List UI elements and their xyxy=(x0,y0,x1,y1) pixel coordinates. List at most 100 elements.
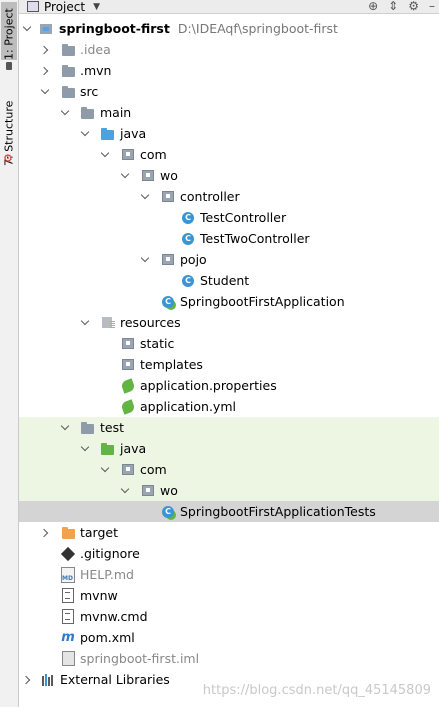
tree-row-mvn[interactable]: .mvn xyxy=(19,60,439,81)
tree-row-main-wo[interactable]: wo xyxy=(19,165,439,186)
chevron-right-icon[interactable] xyxy=(40,66,50,76)
chevron-down-icon[interactable] xyxy=(60,423,70,433)
chevron-down-icon[interactable] xyxy=(100,465,110,475)
tree-label: static xyxy=(140,336,175,351)
tree-row-idea[interactable]: .idea xyxy=(19,39,439,60)
tree-row-help-md[interactable]: MD HELP.md xyxy=(19,564,439,585)
tree-label: test xyxy=(100,420,125,435)
tree-label: application.properties xyxy=(140,378,277,393)
folder-icon xyxy=(61,43,75,57)
tree-row-app-class[interactable]: C SpringbootFirstApplication xyxy=(19,291,439,312)
package-icon xyxy=(141,484,155,498)
tree-label: application.yml xyxy=(140,399,236,414)
chevron-right-icon[interactable] xyxy=(40,45,50,55)
tree-row-main-com[interactable]: com xyxy=(19,144,439,165)
tree-row-app-properties[interactable]: application.properties xyxy=(19,375,439,396)
source-folder-icon xyxy=(100,127,114,141)
collapse-all-icon[interactable]: ⇕ xyxy=(388,0,398,13)
tree-row-test[interactable]: test xyxy=(19,417,439,438)
tree-label: TestTwoController xyxy=(200,231,310,246)
tree-row-pojo[interactable]: pojo xyxy=(19,249,439,270)
tree-label: pojo xyxy=(180,252,207,267)
chevron-down-icon[interactable] xyxy=(140,192,150,202)
tree-row-gitignore[interactable]: .gitignore xyxy=(19,543,439,564)
package-icon xyxy=(121,463,135,477)
tree-row-target[interactable]: target xyxy=(19,522,439,543)
tree-label: .gitignore xyxy=(80,546,140,561)
tree-row-app-yml[interactable]: application.yml xyxy=(19,396,439,417)
tree-row-resources[interactable]: resources xyxy=(19,312,439,333)
project-panel-header: Project ▼ ⊕ ⇕ ⚙ – xyxy=(19,0,439,14)
tree-label: SpringbootFirstApplication xyxy=(180,294,345,309)
tree-row-main-java[interactable]: java xyxy=(19,123,439,144)
tree-row-root[interactable]: springboot-first D:\IDEAqf\springboot-fir… xyxy=(19,18,439,39)
chevron-down-icon[interactable] xyxy=(80,129,90,139)
gear-icon[interactable]: ⚙ xyxy=(408,0,419,13)
tree-label: com xyxy=(140,462,167,477)
spring-config-icon xyxy=(120,377,136,394)
tree-row-app-tests[interactable]: C SpringbootFirstApplicationTests xyxy=(19,501,439,522)
tree-row-controller[interactable]: controller xyxy=(19,186,439,207)
tool-window-strip: 1: Project 7: Structure ⚙ xyxy=(0,0,19,707)
spring-config-icon xyxy=(120,398,136,415)
tree-row-main[interactable]: main xyxy=(19,102,439,123)
tree-label: mvnw.cmd xyxy=(80,609,148,624)
tree-label: mvnw xyxy=(80,588,118,603)
chevron-down-icon[interactable] xyxy=(80,444,90,454)
module-icon xyxy=(39,22,53,36)
tree-row-iml[interactable]: springboot-first.iml xyxy=(19,648,439,669)
tree-row-templates[interactable]: templates xyxy=(19,354,439,375)
chevron-down-icon[interactable] xyxy=(60,108,70,118)
tree-label: wo xyxy=(160,483,178,498)
chevron-down-icon[interactable] xyxy=(120,486,130,496)
panel-title[interactable]: Project xyxy=(44,0,85,13)
chevron-down-icon[interactable]: ▼ xyxy=(93,2,100,12)
package-icon xyxy=(141,169,155,183)
chevron-down-icon[interactable] xyxy=(140,255,150,265)
tree-row-mvnw-cmd[interactable]: mvnw.cmd xyxy=(19,606,439,627)
tree-label: java xyxy=(120,126,147,141)
tree-row-test-two-controller[interactable]: C TestTwoController xyxy=(19,228,439,249)
markdown-file-icon: MD xyxy=(61,566,75,583)
folder-icon xyxy=(61,64,75,78)
tree-label: .mvn xyxy=(80,63,112,78)
libraries-icon xyxy=(40,673,54,687)
text-file-icon xyxy=(61,609,75,624)
watermark: https://blog.csdn.net/qq_45145809 xyxy=(202,683,431,698)
tree-label: resources xyxy=(120,315,181,330)
chevron-down-icon[interactable] xyxy=(22,24,32,34)
class-icon: C xyxy=(181,232,195,246)
chevron-right-icon[interactable] xyxy=(22,675,32,685)
tree-label: SpringbootFirstApplicationTests xyxy=(180,504,376,519)
tree-row-static[interactable]: static xyxy=(19,333,439,354)
class-icon: C xyxy=(181,211,195,225)
locate-icon[interactable]: ⊕ xyxy=(368,0,378,13)
tree-row-pom[interactable]: m pom.xml xyxy=(19,627,439,648)
chevron-right-icon[interactable] xyxy=(40,528,50,538)
tree-row-student[interactable]: C Student xyxy=(19,270,439,291)
tree-label: pom.xml xyxy=(80,630,135,645)
folder-icon xyxy=(80,421,94,435)
chevron-down-icon[interactable] xyxy=(120,171,130,181)
tree-label: templates xyxy=(140,357,203,372)
tree-label: wo xyxy=(160,168,178,183)
tree-row-mvnw[interactable]: mvnw xyxy=(19,585,439,606)
tree-label: com xyxy=(140,147,167,162)
tree-row-test-controller[interactable]: C TestController xyxy=(19,207,439,228)
tree-label: target xyxy=(80,525,119,540)
chevron-down-icon[interactable] xyxy=(80,318,90,328)
maven-icon: m xyxy=(61,630,75,645)
chevron-down-icon[interactable] xyxy=(100,150,110,160)
package-icon xyxy=(161,190,175,204)
hide-icon[interactable]: – xyxy=(429,0,435,13)
chevron-down-icon[interactable] xyxy=(40,87,50,97)
project-tool-tab[interactable]: 1: Project xyxy=(1,2,17,60)
tree-row-test-wo[interactable]: wo xyxy=(19,480,439,501)
spring-boot-class-icon: C xyxy=(161,295,175,309)
root-label: springboot-first D:\IDEAqf\springboot-fir… xyxy=(59,21,338,36)
tree-label: main xyxy=(100,105,132,120)
tree-row-src[interactable]: src xyxy=(19,81,439,102)
tree-row-test-java[interactable]: java xyxy=(19,438,439,459)
tree-row-test-com[interactable]: com xyxy=(19,459,439,480)
git-icon xyxy=(60,546,76,561)
